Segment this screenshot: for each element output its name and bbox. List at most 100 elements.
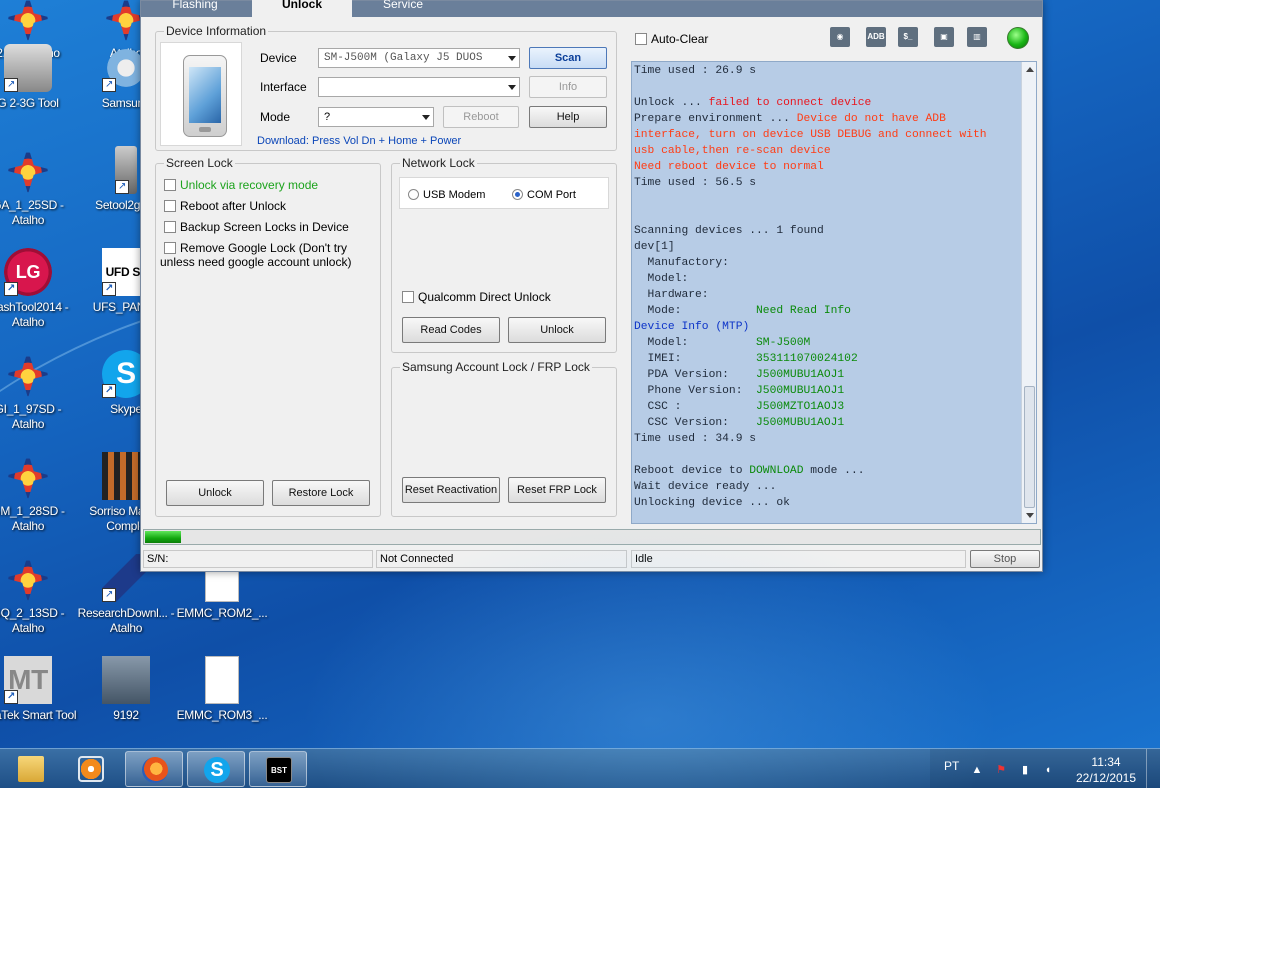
desktop-shortcut[interactable]: MT↗ ediaTek Smart Tool	[0, 656, 78, 723]
log-segment: Scanning devices ... 1 found	[634, 225, 824, 237]
info-button[interactable]: Info	[529, 76, 607, 98]
taskbar-media-player[interactable]	[62, 751, 120, 787]
desktop-shortcut[interactable]: LG↗ FlashTool2014 - Atalho	[0, 248, 78, 330]
log-segment: Prepare environment ...	[634, 113, 797, 125]
trash-icon[interactable]: ▥	[967, 27, 987, 47]
scroll-up-icon[interactable]	[1026, 67, 1034, 72]
scan-button[interactable]: Scan	[529, 47, 607, 69]
shortcut-icon	[205, 656, 239, 704]
unlock-recovery-checkbox[interactable]: Unlock via recovery mode	[164, 178, 318, 192]
shortcut-icon: ↗	[4, 44, 52, 92]
tab-unlock[interactable]: Unlock	[252, 0, 352, 17]
log-segment: Time used : 26.9 s	[634, 65, 757, 77]
desktop-shortcut[interactable]: 9192	[76, 656, 176, 723]
desktop-shortcut[interactable]: ↗ GQ_2_13SD - Atalho	[0, 554, 78, 636]
clock[interactable]: 11:34 22/12/2015	[1066, 754, 1146, 786]
chevron-down-icon	[508, 85, 516, 90]
restore-lock-button[interactable]: Restore Lock	[272, 480, 370, 506]
tab-service[interactable]: Service	[353, 0, 453, 17]
log-line: Model:	[634, 271, 1020, 287]
log-line: Unlocking device ... ok	[634, 495, 1020, 511]
log-segment: Device Info (MTP)	[634, 321, 750, 333]
reboot-button[interactable]: Reboot	[443, 106, 519, 128]
language-indicator[interactable]: PT	[944, 759, 959, 773]
screenshot-icon[interactable]: ◉	[830, 27, 850, 47]
taskbar-bst[interactable]: BST	[249, 751, 307, 787]
help-button[interactable]: Help	[529, 106, 607, 128]
auto-clear-checkbox[interactable]: Auto-Clear	[635, 32, 708, 46]
log-segment: Unlocking device ... ok	[634, 497, 790, 509]
qualcomm-direct-unlock-checkbox[interactable]: Qualcomm Direct Unlock	[402, 290, 551, 304]
log-segment: DOWNLOAD	[749, 465, 804, 477]
shortcut-icon: LG ↗	[4, 248, 52, 296]
shortcut-icon: MT ↗	[4, 656, 52, 704]
device-info-title: Device Information	[164, 24, 269, 38]
device-select[interactable]: SM-J500M (Galaxy J5 DUOS	[318, 48, 520, 68]
log-output[interactable]: Time used : 26.9 s Unlock ... failed to …	[631, 61, 1037, 524]
reset-reactivation-button[interactable]: Reset Reactivation	[402, 477, 500, 503]
show-hidden-icons-icon[interactable]: ▲	[970, 763, 984, 777]
log-line: Need reboot device to normal	[634, 159, 1020, 175]
desktop-shortcut[interactable]: ↗ GA_1_25SD - Atalho	[0, 146, 78, 228]
icon-glyph: S	[116, 357, 136, 390]
unlock-recovery-label: Unlock via recovery mode	[180, 178, 319, 192]
shortcut-icon: ↗	[4, 452, 52, 500]
taskbar-skype[interactable]: S	[187, 751, 245, 787]
desktop-shortcut[interactable]: ↗ GM_1_28SD - Atalho	[0, 452, 78, 534]
shortcut-label: ediaTek Smart Tool	[0, 708, 77, 722]
clock-time: 11:34	[1091, 755, 1121, 769]
show-desktop-button[interactable]	[1146, 749, 1160, 788]
mode-label: Mode	[260, 110, 291, 124]
stop-button[interactable]: Stop	[970, 550, 1040, 568]
taskbar-explorer[interactable]	[2, 751, 60, 787]
screen-unlock-button[interactable]: Unlock	[166, 480, 264, 506]
log-line: Manufactory:	[634, 255, 1020, 271]
log-scrollbar[interactable]	[1021, 62, 1036, 523]
desktop-shortcut[interactable]: EMMC_ROM3_...	[172, 656, 272, 723]
shell-icon[interactable]: $_	[898, 27, 918, 47]
taskbar-firefox[interactable]	[125, 751, 183, 787]
usb-modem-radio[interactable]: USB Modem	[408, 188, 485, 202]
backup-screen-locks-checkbox[interactable]: Backup Screen Locks in Device	[164, 220, 349, 234]
mode-select[interactable]: ?	[318, 107, 434, 127]
phone-image	[183, 55, 227, 137]
log-segment: Time used : 34.9 s	[634, 433, 757, 445]
read-codes-button[interactable]: Read Codes	[402, 317, 500, 343]
save-icon[interactable]: ▣	[934, 27, 954, 47]
shortcut-arrow-icon: ↗	[4, 588, 18, 602]
reboot-after-unlock-checkbox[interactable]: Reboot after Unlock	[164, 199, 286, 213]
reboot-after-unlock-label: Reboot after Unlock	[180, 199, 287, 213]
log-segment: Phone Version:	[634, 385, 757, 397]
tab-flashing[interactable]: Flashing	[145, 0, 245, 17]
interface-select[interactable]	[318, 77, 520, 97]
network-icon[interactable]: ▮	[1018, 763, 1032, 777]
folder-icon	[18, 756, 44, 782]
usb-modem-label: USB Modem	[423, 189, 486, 201]
scroll-down-icon[interactable]	[1026, 513, 1034, 518]
icon-glyph: LG	[15, 262, 41, 282]
shortcut-arrow-icon: ↗	[102, 384, 116, 398]
network-unlock-button[interactable]: Unlock	[508, 317, 606, 343]
reset-frp-lock-button[interactable]: Reset FRP Lock	[508, 477, 606, 503]
com-port-radio[interactable]: COM Port	[512, 188, 576, 202]
download-hint: Download: Press Vol Dn + Home + Power	[257, 135, 462, 147]
scroll-thumb[interactable]	[1024, 386, 1035, 508]
volume-icon[interactable]: ◖	[1041, 763, 1055, 777]
log-segment: Model:	[634, 273, 689, 285]
bst-unlock-window: Flashing Unlock Service Device Informati…	[140, 0, 1043, 572]
remove-google-lock-checkbox[interactable]: Remove Google Lock (Don't try unless nee…	[160, 241, 374, 269]
log-segment: Need reboot device to normal	[634, 161, 824, 173]
log-segment: IMEI:	[634, 353, 757, 365]
log-segment: dev[1]	[634, 241, 675, 253]
shortcut-icon	[102, 656, 150, 704]
adb-icon[interactable]: ADB	[866, 27, 886, 47]
desktop-shortcut[interactable]: ↗ G 2-3G Tool	[0, 44, 78, 111]
log-segment: Manufactory:	[634, 257, 729, 269]
shortcut-label: G 2-3G Tool	[0, 96, 59, 110]
shortcut-label: EMMC_ROM3_...	[176, 708, 268, 722]
action-center-icon[interactable]: ⚑	[994, 763, 1008, 777]
log-segment: 353111070024102	[756, 353, 858, 365]
desktop-shortcut[interactable]: ↗ GI_1_97SD - Atalho	[0, 350, 78, 432]
shortcut-arrow-icon: ↗	[4, 78, 18, 92]
